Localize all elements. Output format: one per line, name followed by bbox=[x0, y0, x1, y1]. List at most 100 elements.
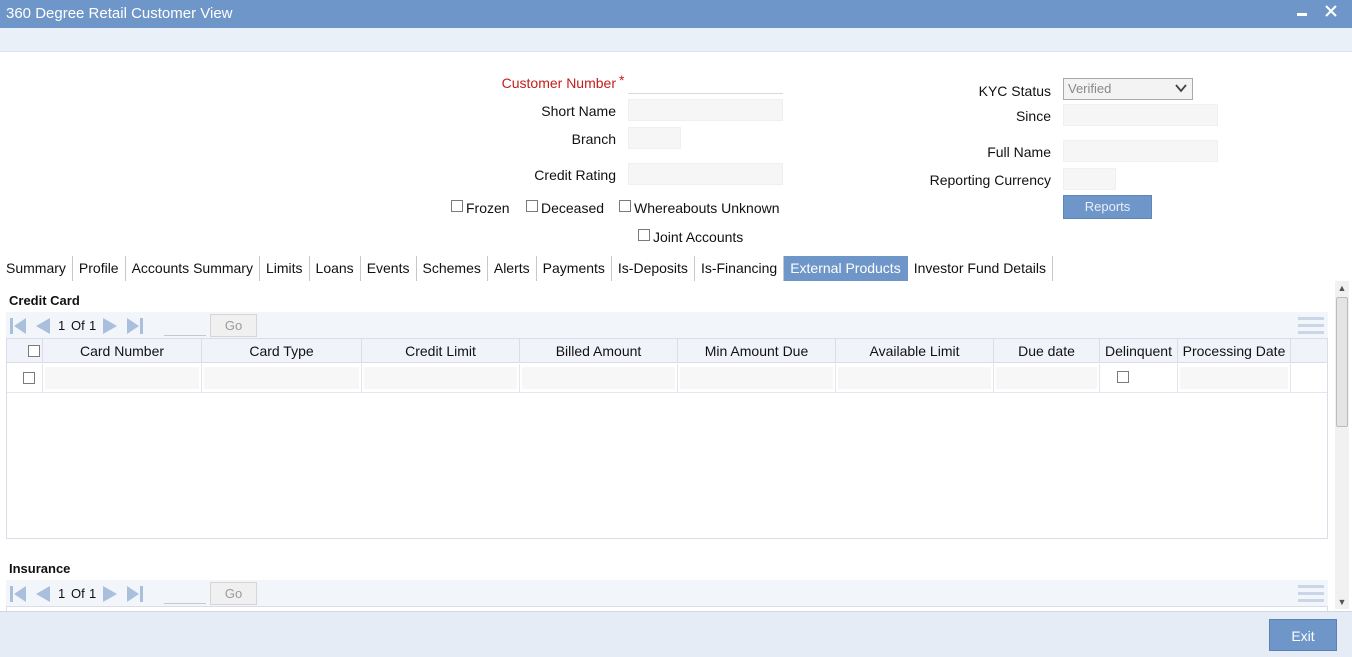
tab-investor-fund-details[interactable]: Investor Fund Details bbox=[908, 256, 1053, 281]
reports-button[interactable]: Reports bbox=[1063, 195, 1152, 219]
kyc-status-select[interactable]: Verified bbox=[1063, 78, 1193, 100]
short-name-field bbox=[628, 99, 783, 121]
previous-page-icon[interactable] bbox=[32, 584, 52, 604]
deceased-checkbox[interactable] bbox=[526, 200, 538, 212]
tab-payments[interactable]: Payments bbox=[537, 256, 612, 281]
minimize-icon[interactable] bbox=[1292, 2, 1312, 24]
insurance-pager: 1 Of 1 Go bbox=[6, 580, 1328, 606]
tab-accounts-summary[interactable]: Accounts Summary bbox=[126, 256, 260, 281]
customer-number-input[interactable] bbox=[628, 72, 783, 94]
window-title: 360 Degree Retail Customer View bbox=[6, 5, 233, 22]
toolbar-strip bbox=[0, 28, 1352, 52]
next-page-icon[interactable] bbox=[101, 316, 121, 336]
column-min-amount-due[interactable]: Min Amount Due bbox=[678, 339, 836, 363]
kyc-status-value: Verified bbox=[1068, 81, 1112, 96]
row-select-cell bbox=[7, 364, 43, 393]
list-view-icon[interactable] bbox=[1298, 316, 1324, 336]
scroll-up-icon[interactable]: ▲ bbox=[1337, 283, 1347, 293]
tab-is-financing[interactable]: Is-Financing bbox=[695, 256, 785, 281]
short-name-label: Short Name bbox=[541, 103, 616, 119]
credit-rating-field bbox=[628, 163, 783, 185]
available-limit-cell bbox=[836, 364, 994, 393]
tab-summary[interactable]: Summary bbox=[0, 256, 73, 281]
pager-total: 1 bbox=[89, 318, 97, 333]
pager-current: 1 bbox=[58, 318, 66, 333]
reporting-currency-field bbox=[1063, 168, 1116, 190]
branch-field bbox=[628, 127, 681, 149]
table-row bbox=[7, 364, 1327, 393]
column-available-limit[interactable]: Available Limit bbox=[836, 339, 994, 363]
insurance-section-title: Insurance bbox=[9, 561, 71, 576]
required-mark: * bbox=[619, 72, 625, 88]
vertical-scrollbar[interactable]: ▲ ▼ bbox=[1335, 281, 1349, 609]
credit-card-grid: Card Number Card Type Credit Limit Bille… bbox=[6, 338, 1328, 539]
since-field bbox=[1063, 104, 1218, 126]
column-billed-amount[interactable]: Billed Amount bbox=[520, 339, 678, 363]
whereabouts-unknown-checkbox[interactable] bbox=[619, 200, 631, 212]
column-card-number[interactable]: Card Number bbox=[43, 339, 202, 363]
billed-amount-cell bbox=[520, 364, 678, 393]
footer-bar: Exit bbox=[0, 611, 1352, 657]
page-number-input[interactable] bbox=[164, 316, 206, 336]
since-label: Since bbox=[1015, 108, 1051, 124]
tab-loans[interactable]: Loans bbox=[310, 256, 361, 281]
column-delinquent[interactable]: Delinquent bbox=[1100, 339, 1178, 363]
tab-bar: Summary Profile Accounts Summary Limits … bbox=[0, 256, 1053, 281]
due-date-cell bbox=[994, 364, 1100, 393]
close-icon[interactable] bbox=[1321, 2, 1341, 24]
joint-accounts-label: Joint Accounts bbox=[653, 229, 744, 245]
exit-button[interactable]: Exit bbox=[1269, 619, 1337, 651]
whereabouts-unknown-label: Whereabouts Unknown bbox=[634, 200, 780, 216]
next-page-icon[interactable] bbox=[101, 584, 121, 604]
page-number-input[interactable] bbox=[164, 584, 206, 604]
column-credit-limit[interactable]: Credit Limit bbox=[362, 339, 520, 363]
pager-total: 1 bbox=[89, 586, 97, 601]
card-number-cell bbox=[43, 364, 202, 393]
deceased-label: Deceased bbox=[541, 200, 605, 216]
frozen-checkbox[interactable] bbox=[451, 200, 463, 212]
customer-number-label: Customer Number bbox=[501, 75, 616, 91]
tab-schemes[interactable]: Schemes bbox=[417, 256, 488, 281]
credit-card-pager: 1 Of 1 Go bbox=[6, 312, 1328, 338]
tab-alerts[interactable]: Alerts bbox=[488, 256, 537, 281]
delinquent-cell bbox=[1100, 364, 1178, 393]
frozen-label: Frozen bbox=[466, 200, 510, 216]
pager-of: Of bbox=[71, 318, 85, 333]
select-all-cell bbox=[7, 339, 43, 363]
first-page-icon[interactable] bbox=[8, 316, 28, 336]
processing-date-cell bbox=[1178, 364, 1291, 393]
full-name-field bbox=[1063, 140, 1218, 162]
reporting-currency-label: Reporting Currency bbox=[929, 172, 1051, 188]
pager-current: 1 bbox=[58, 586, 66, 601]
last-page-icon[interactable] bbox=[125, 584, 145, 604]
tab-profile[interactable]: Profile bbox=[73, 256, 126, 281]
tab-is-deposits[interactable]: Is-Deposits bbox=[612, 256, 695, 281]
credit-card-section-title: Credit Card bbox=[9, 293, 80, 308]
tab-events[interactable]: Events bbox=[361, 256, 417, 281]
credit-limit-cell bbox=[362, 364, 520, 393]
delinquent-checkbox[interactable] bbox=[1117, 371, 1129, 383]
joint-accounts-checkbox[interactable] bbox=[638, 229, 650, 241]
column-card-type[interactable]: Card Type bbox=[202, 339, 362, 363]
first-page-icon[interactable] bbox=[8, 584, 28, 604]
kyc-status-label: KYC Status bbox=[978, 83, 1051, 99]
list-view-icon[interactable] bbox=[1298, 584, 1324, 604]
scroll-thumb[interactable] bbox=[1336, 297, 1348, 427]
go-button[interactable]: Go bbox=[210, 314, 257, 337]
window-titlebar: 360 Degree Retail Customer View bbox=[0, 0, 1352, 28]
credit-rating-label: Credit Rating bbox=[534, 167, 616, 183]
previous-page-icon[interactable] bbox=[32, 316, 52, 336]
select-all-checkbox[interactable] bbox=[28, 345, 40, 357]
branch-label: Branch bbox=[571, 131, 616, 147]
chevron-down-icon bbox=[1174, 80, 1188, 96]
row-checkbox[interactable] bbox=[23, 372, 35, 384]
column-processing-date[interactable]: Processing Date bbox=[1178, 339, 1291, 363]
scroll-down-icon[interactable]: ▼ bbox=[1337, 597, 1347, 607]
tab-external-products[interactable]: External Products bbox=[784, 256, 908, 281]
tab-limits[interactable]: Limits bbox=[260, 256, 310, 281]
full-name-label: Full Name bbox=[987, 144, 1051, 160]
last-page-icon[interactable] bbox=[125, 316, 145, 336]
go-button[interactable]: Go bbox=[210, 582, 257, 605]
column-due-date[interactable]: Due date bbox=[994, 339, 1100, 363]
grid-header: Card Number Card Type Credit Limit Bille… bbox=[7, 339, 1327, 363]
